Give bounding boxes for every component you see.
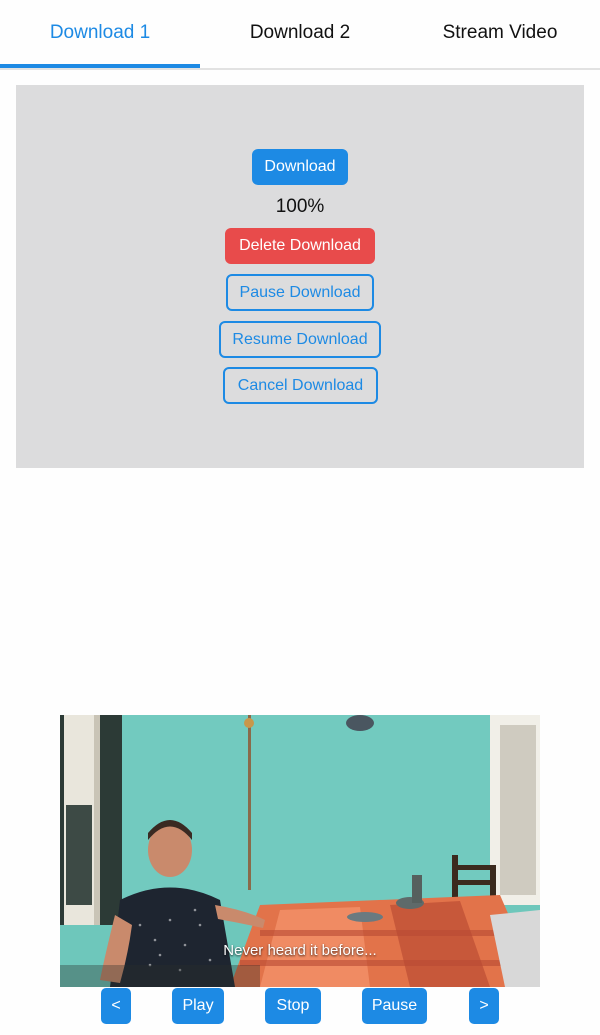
video-subtitle: Never heard it before... bbox=[223, 942, 377, 959]
stop-button[interactable]: Stop bbox=[265, 988, 321, 1024]
previous-button[interactable]: < bbox=[101, 988, 131, 1024]
play-button[interactable]: Play bbox=[172, 988, 224, 1024]
active-tab-indicator bbox=[0, 64, 200, 68]
resume-download-button[interactable]: Resume Download bbox=[219, 321, 381, 358]
tab-download-2[interactable]: Download 2 bbox=[200, 0, 400, 66]
pause-download-button[interactable]: Pause Download bbox=[226, 274, 374, 311]
tab-stream-video[interactable]: Stream Video bbox=[400, 0, 600, 66]
tab-download-1[interactable]: Download 1 bbox=[0, 0, 200, 66]
pause-button[interactable]: Pause bbox=[362, 988, 427, 1024]
video-player[interactable]: Never heard it before... bbox=[60, 715, 540, 987]
tab-bar: Download 1 Download 2 Stream Video bbox=[0, 0, 600, 70]
cancel-download-button[interactable]: Cancel Download bbox=[223, 367, 378, 404]
download-button[interactable]: Download bbox=[252, 149, 348, 185]
next-button[interactable]: > bbox=[469, 988, 499, 1024]
download-progress-text: 100% bbox=[275, 196, 325, 217]
download-panel: Download 100% Delete Download Pause Down… bbox=[16, 85, 584, 468]
delete-download-button[interactable]: Delete Download bbox=[225, 228, 375, 264]
